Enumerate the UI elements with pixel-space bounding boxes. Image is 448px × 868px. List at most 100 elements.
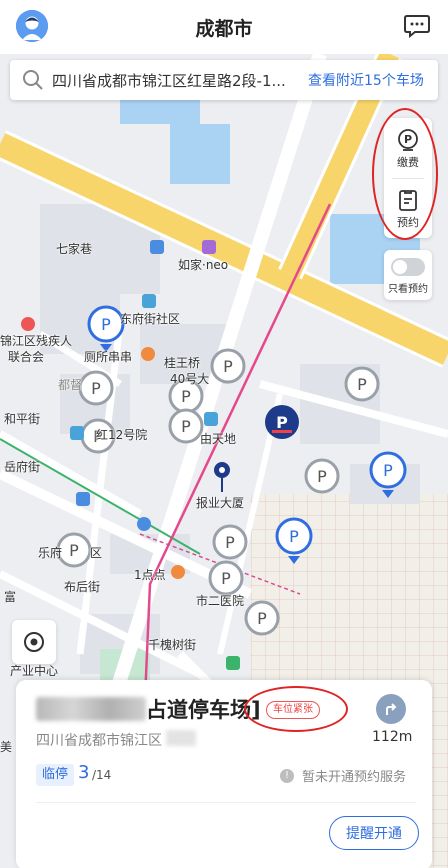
parking-type-badge: 临停: [36, 764, 75, 786]
svg-text:P: P: [317, 467, 327, 486]
parking-marker[interactable]: P: [78, 370, 114, 406]
reservable-parking-marker[interactable]: P: [275, 517, 313, 564]
parking-lot-card[interactable]: 占道停车场] 车位紧张 112m 四川省成都市锦江区 临停 3 /14 ! 暂未…: [16, 680, 432, 868]
reservation-notice: ! 暂未开通预约服务: [280, 766, 406, 785]
map-label-diandian: 1点点: [134, 568, 166, 582]
svg-text:P: P: [383, 461, 393, 480]
map-label-dudu: 都督: [58, 378, 83, 392]
hotel-icon: [202, 240, 216, 254]
parking-marker[interactable]: P: [304, 458, 340, 494]
map-label-disabled-association: 锦江区残疾人: [0, 334, 73, 348]
parking-marker[interactable]: P: [244, 600, 280, 636]
parking-marker[interactable]: P: [210, 348, 246, 384]
svg-text:P: P: [181, 387, 191, 406]
restaurant-icon: [171, 565, 185, 579]
top-bar: 成都市: [0, 0, 448, 54]
building-icon: [204, 412, 218, 426]
avatar-person-icon: [16, 10, 48, 42]
reserve-button[interactable]: 预约: [384, 180, 432, 238]
lot-name-redacted: [36, 697, 146, 721]
reserve-clipboard-icon: [399, 190, 417, 211]
government-icon: [21, 317, 35, 331]
svg-text:P: P: [101, 315, 111, 334]
map-label-guiwangqiao: 桂王桥: [164, 356, 201, 370]
reservation-only-label: 只看预约: [388, 284, 428, 295]
svg-text:P: P: [289, 527, 299, 546]
parking-marker[interactable]: P: [212, 524, 248, 560]
user-avatar[interactable]: [16, 10, 48, 42]
remind-activate-button[interactable]: 提醒开通: [329, 816, 419, 850]
reservable-parking-marker[interactable]: P: [87, 305, 125, 352]
bus-stop-icon: [76, 492, 90, 506]
lot-distance: 112m: [372, 729, 413, 745]
map-label-chanye-zhongxin: 产业中心: [10, 664, 59, 678]
hospital-icon: [226, 656, 240, 670]
parking-marker[interactable]: P: [56, 532, 92, 568]
parking-marker[interactable]: P: [168, 408, 204, 444]
navigate-button[interactable]: [376, 694, 406, 724]
map-label-lefu: 乐府: [38, 546, 63, 560]
nearby-parking-link[interactable]: 查看附近15个车场: [308, 70, 424, 90]
pay-label: 缴费: [397, 156, 419, 169]
map-label-cesuo-chuanchuan: 厕所串串: [84, 350, 133, 364]
map-label-40-hao: 40号大: [170, 372, 210, 386]
map-label-12-haoyuan: 红12号院: [96, 428, 148, 442]
map-label-yuefujie: 岳府街: [4, 460, 41, 474]
pay-button[interactable]: P 缴费: [384, 120, 432, 178]
map-label-rujia: 如家·neo: [178, 258, 229, 272]
map-label-qijiaxiang: 七家巷: [56, 242, 93, 256]
map-label-dongfu-community: 东府街社区: [120, 312, 181, 326]
svg-text:P: P: [91, 379, 101, 398]
building-icon: [70, 426, 84, 440]
available-spaces: 3: [78, 762, 90, 783]
bus-stop-icon: [150, 240, 164, 254]
card-divider: [36, 802, 416, 803]
svg-text:P: P: [69, 541, 79, 560]
reservation-only-toggle[interactable]: [391, 258, 425, 276]
svg-text:P: P: [223, 357, 233, 376]
map-label-fu: 富: [4, 590, 17, 604]
restaurant-icon: [141, 347, 155, 361]
map-label-houjie: 布后街: [64, 580, 101, 594]
info-icon: !: [280, 768, 294, 783]
navigation-arrow-icon: [386, 703, 397, 715]
svg-text:P: P: [225, 533, 235, 552]
message-icon[interactable]: [404, 14, 430, 39]
selected-parking-marker[interactable]: P: [265, 405, 299, 439]
map-label-qianhuaishu: 千槐树街: [148, 638, 197, 652]
locate-me-button[interactable]: [12, 620, 56, 664]
svg-text:P: P: [221, 569, 231, 588]
toggle-knob: [393, 260, 407, 274]
map-label-hepingjie: 和平街: [4, 412, 41, 426]
metro-icon: [137, 517, 151, 531]
reservable-parking-marker[interactable]: P: [369, 451, 407, 498]
map-label-shi-er-yiyuan: 市二医院: [196, 594, 245, 608]
map-label-tiandi: 由天地: [200, 432, 237, 446]
current-address[interactable]: 四川省成都市锦江区红星路2段-1...: [52, 70, 302, 91]
search-icon: [23, 70, 43, 90]
reservation-only-filter[interactable]: 只看预约: [384, 250, 432, 300]
svg-text:P: P: [276, 413, 288, 432]
tool-divider: [392, 178, 424, 179]
svg-text:P: P: [181, 417, 191, 436]
total-spaces: /14: [92, 768, 112, 782]
city-title[interactable]: 成都市: [195, 14, 252, 41]
parking-marker[interactable]: P: [344, 366, 380, 402]
map-label-baoye-dasha: 报业大厦: [196, 496, 245, 510]
svg-text:P: P: [257, 609, 267, 628]
locate-target-icon: [24, 632, 44, 652]
parking-pay-icon: P: [398, 129, 418, 151]
status-badge: 车位紧张: [266, 701, 320, 719]
map-label-lianhehui: 联合会: [8, 350, 45, 364]
address-search-bar[interactable]: 四川省成都市锦江区红星路2段-1... 查看附近15个车场: [10, 60, 438, 100]
lot-address-redacted: [166, 730, 196, 746]
svg-text:P: P: [404, 133, 412, 146]
svg-text:P: P: [357, 375, 367, 394]
building-icon: [142, 294, 156, 308]
reserve-label: 预约: [397, 216, 419, 229]
map-tool-panel: P 缴费 预约: [384, 118, 432, 238]
lot-address: 四川省成都市锦江区: [36, 733, 162, 749]
lot-name: 占道停车场]: [146, 698, 261, 722]
map-label-mei: 美: [0, 740, 13, 754]
parking-marker[interactable]: P: [208, 560, 244, 596]
